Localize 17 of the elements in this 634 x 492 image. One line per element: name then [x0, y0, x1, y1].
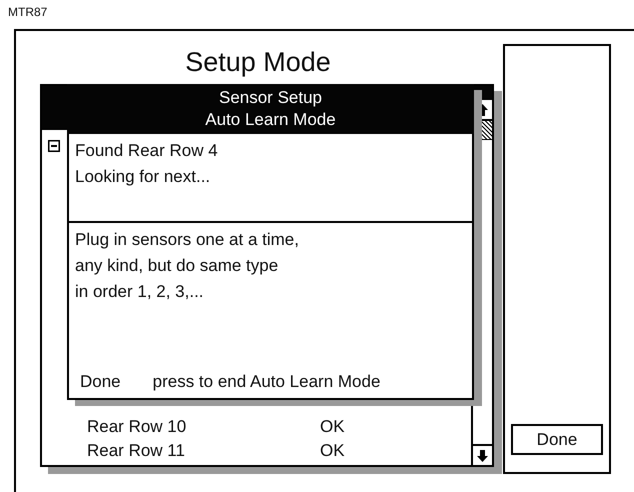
- down-arrow-icon: [477, 450, 488, 462]
- hint-text: press to end Auto Learn Mode: [152, 372, 380, 392]
- dialog-title: Auto Learn Mode: [205, 109, 336, 131]
- figure-code: MTR87: [8, 5, 48, 19]
- done-button[interactable]: Done: [80, 372, 121, 392]
- done-button[interactable]: Done: [511, 424, 603, 455]
- row-status: OK: [320, 417, 345, 437]
- row-name: Rear Row 11: [87, 441, 186, 461]
- status-text: Looking for next...: [75, 166, 212, 188]
- row-status: OK: [320, 441, 345, 461]
- collapse-icon[interactable]: [48, 140, 60, 152]
- instructions-text: Plug in sensors one at a time, any kind, but do same type in order 1, 2, 3,...: [75, 229, 300, 303]
- dialog-title: Sensor Setup: [218, 87, 322, 109]
- screen-title: Setup Mode: [185, 49, 331, 76]
- status-text: Found Rear Row 4: [75, 140, 219, 162]
- row-name: Rear Row 10: [87, 417, 188, 437]
- scroll-down-button[interactable]: [473, 444, 492, 465]
